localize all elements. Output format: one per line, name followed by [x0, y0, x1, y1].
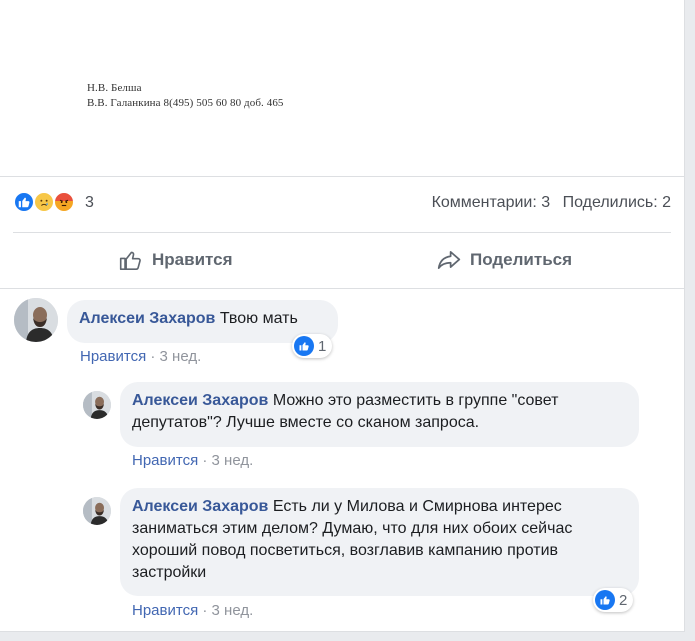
comment-text: хороший повод посветиться, возглавив кам…	[132, 542, 558, 559]
like-reaction-icon[interactable]	[13, 191, 35, 213]
comment-like-count[interactable]: 1	[292, 334, 333, 358]
avatar[interactable]	[14, 298, 58, 342]
avatar[interactable]	[83, 391, 111, 419]
comment-text: застройки	[132, 564, 207, 581]
angry-reaction-icon[interactable]	[53, 191, 75, 213]
comment-text: депутатов"? Лучше вместе со сканом запро…	[132, 414, 480, 431]
comments-count-link[interactable]: Комментарии: 3	[432, 194, 551, 211]
like-icon	[294, 336, 314, 356]
divider	[0, 288, 684, 289]
comment-author[interactable]: Алексеи Захаров	[132, 498, 268, 515]
like-count: 1	[318, 337, 327, 355]
meta-separator: ·	[202, 602, 208, 619]
comment-like-count[interactable]: 2	[593, 588, 634, 612]
sad-reaction-icon[interactable]	[33, 191, 55, 213]
comment-meta: Нравится · 3 нед.	[132, 452, 253, 469]
like-button-label: Нравится	[152, 250, 233, 269]
shares-count-link[interactable]: Поделились: 2	[563, 194, 671, 211]
comment-text: Есть ли у Милова и Смирнова интерес	[272, 498, 562, 515]
comment-like-link[interactable]: Нравится	[80, 348, 146, 365]
like-button[interactable]: Нравится	[118, 243, 233, 277]
avatar[interactable]	[83, 497, 111, 525]
comment-text: Можно это разместить в группе "совет	[272, 392, 559, 409]
comment-meta: Нравится · 3 нед.	[132, 602, 253, 619]
post-stats-row: 3 Комментарии: 3 Поделились: 2	[13, 190, 671, 218]
post-counters: Комментарии: 3 Поделились: 2	[424, 194, 671, 212]
reaction-count[interactable]: 3	[85, 194, 94, 212]
comment-timestamp[interactable]: 3 нед.	[160, 348, 202, 365]
comment-text: заниматься этим делом? Думаю, что для ни…	[132, 520, 573, 537]
divider	[13, 232, 671, 233]
thumbs-up-icon	[119, 251, 141, 271]
comment-timestamp[interactable]: 3 нед.	[212, 602, 254, 619]
like-icon	[595, 590, 615, 610]
comment-meta: Нравится · 3 нед.	[80, 348, 201, 365]
comment-author[interactable]: Алексеи Захаров	[79, 310, 215, 327]
comment-like-link[interactable]: Нравится	[132, 602, 198, 619]
post-card: Н.В. Белша В.В. Галанкина 8(495) 505 60 …	[0, 0, 685, 632]
comment-bubble: Алексеи Захаров Есть ли у Милова и Смирн…	[120, 488, 639, 596]
like-count: 2	[619, 591, 628, 609]
meta-separator: ·	[202, 452, 208, 469]
share-arrow-icon	[437, 251, 461, 269]
document-line: В.В. Галанкина 8(495) 505 60 80 доб. 465	[87, 97, 284, 109]
comment-like-link[interactable]: Нравится	[132, 452, 198, 469]
share-button[interactable]: Поделиться	[436, 243, 572, 277]
attached-document-image[interactable]: Н.В. Белша В.В. Галанкина 8(495) 505 60 …	[0, 0, 684, 177]
comment-bubble: Алексеи Захаров Можно это разместить в г…	[120, 382, 639, 447]
comment-text: Твою мать	[219, 310, 298, 327]
comment-author[interactable]: Алексеи Захаров	[132, 392, 268, 409]
document-line: Н.В. Белша	[87, 82, 142, 94]
share-button-label: Поделиться	[470, 250, 573, 269]
meta-separator: ·	[150, 348, 156, 365]
comment-timestamp[interactable]: 3 нед.	[212, 452, 254, 469]
